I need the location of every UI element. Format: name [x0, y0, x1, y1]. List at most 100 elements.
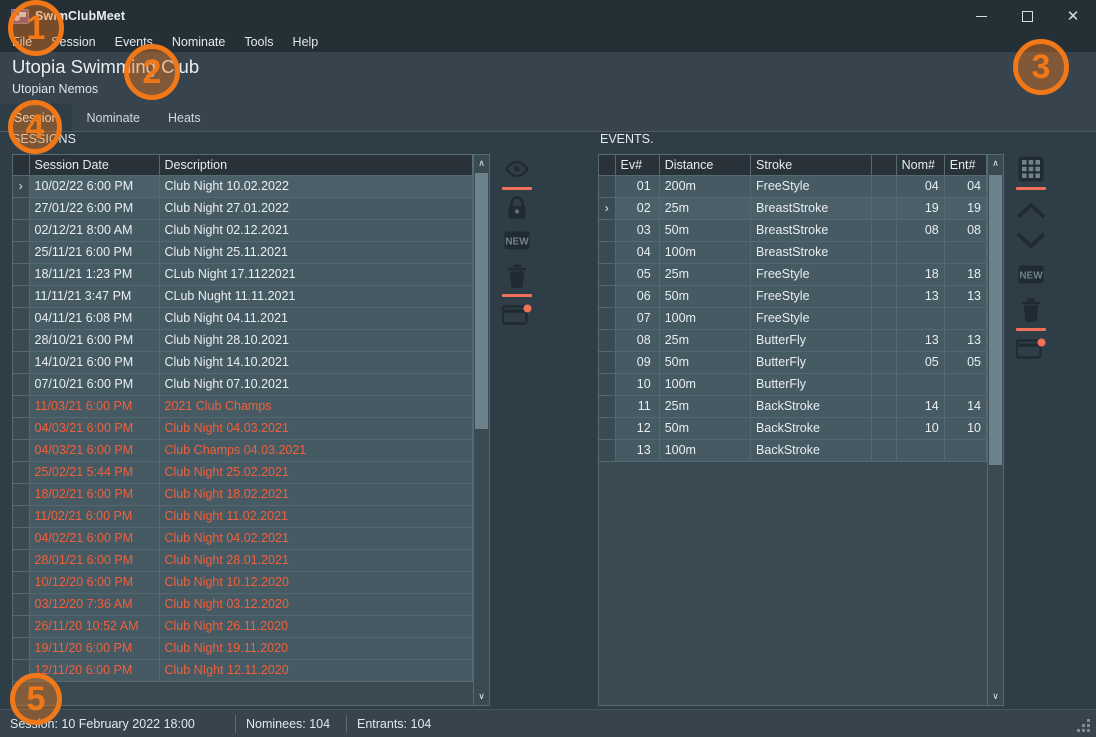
- sessions-col-session-date[interactable]: Session Date: [29, 155, 160, 176]
- table-row[interactable]: 11/02/21 6:00 PM Club Night 11.02.2021: [13, 505, 473, 528]
- table-row[interactable]: 25/11/21 6:00 PM Club Night 25.11.2021: [13, 241, 473, 264]
- chevron-down-icon[interactable]: [1016, 225, 1046, 255]
- table-row[interactable]: 04 100m BreastStroke: [599, 241, 987, 264]
- event-number-cell: 01: [615, 175, 660, 198]
- table-row[interactable]: 18/11/21 1:23 PM CLub Night 17.1122021: [13, 263, 473, 286]
- table-row[interactable]: 07/10/21 6:00 PM Club Night 07.10.2021: [13, 373, 473, 396]
- table-row[interactable]: 10 100m ButterFly: [599, 373, 987, 396]
- table-row[interactable]: 14/10/21 6:00 PM Club Night 14.10.2021: [13, 351, 473, 374]
- row-indicator: [13, 549, 30, 572]
- table-row[interactable]: 01 200m FreeStyle 04 04: [599, 175, 987, 198]
- sessions-vertical-scrollbar[interactable]: ∧ ∨: [473, 155, 489, 705]
- table-row[interactable]: › 02 25m BreastStroke 19 19: [599, 197, 987, 220]
- events-col-blank[interactable]: [871, 155, 897, 176]
- events-save-card-icon[interactable]: [1016, 336, 1046, 362]
- session-description-cell: Club Night 10.12.2020: [159, 571, 473, 594]
- table-row[interactable]: 26/11/20 10:52 AM Club Night 26.11.2020: [13, 615, 473, 638]
- table-row[interactable]: 03/12/20 7:36 AM Club Night 03.12.2020: [13, 593, 473, 616]
- sessions-scroll-down-icon[interactable]: ∨: [474, 688, 489, 705]
- table-row[interactable]: 10/12/20 6:00 PM Club Night 10.12.2020: [13, 571, 473, 594]
- menu-item-nominate[interactable]: Nominate: [172, 35, 226, 49]
- table-row[interactable]: 11/03/21 6:00 PM 2021 Club Champs: [13, 395, 473, 418]
- table-row[interactable]: 03 50m BreastStroke 08 08: [599, 219, 987, 242]
- session-description-cell: Club Night 02.12.2021: [159, 219, 473, 242]
- session-date-cell: 10/02/22 6:00 PM: [29, 175, 160, 198]
- row-indicator: [13, 329, 30, 352]
- event-nominations-cell: 05: [896, 351, 945, 374]
- status-entrants: Entrants: 104: [357, 716, 432, 731]
- event-blank-cell: [871, 395, 897, 418]
- save-card-icon[interactable]: [502, 302, 532, 328]
- session-description-cell: Club Night 19.11.2020: [159, 637, 473, 660]
- chevron-up-icon[interactable]: [1016, 195, 1046, 225]
- table-row[interactable]: 09 50m ButterFly 05 05: [599, 351, 987, 374]
- session-description-cell: Club Night 03.12.2020: [159, 593, 473, 616]
- session-date-cell: 18/11/21 1:23 PM: [29, 263, 160, 286]
- annotation-bubble-2: 2: [124, 44, 180, 100]
- event-stroke-cell: FreeStyle: [750, 285, 872, 308]
- grid-icon[interactable]: [1016, 156, 1046, 182]
- table-row[interactable]: › 10/02/22 6:00 PM Club Night 10.02.2022: [13, 175, 473, 198]
- events-scroll-up-icon[interactable]: ∧: [988, 155, 1003, 172]
- row-indicator: [13, 417, 30, 440]
- table-row[interactable]: 05 25m FreeStyle 18 18: [599, 263, 987, 286]
- table-row[interactable]: 11/11/21 3:47 PM CLub Nught 11.11.2021: [13, 285, 473, 308]
- session-date-cell: 11/03/21 6:00 PM: [29, 395, 160, 418]
- close-icon: ✕: [1066, 6, 1080, 25]
- table-row[interactable]: 28/10/21 6:00 PM Club Night 28.10.2021: [13, 329, 473, 352]
- table-row[interactable]: 04/03/21 6:00 PM Club Champs 04.03.2021: [13, 439, 473, 462]
- table-row[interactable]: 12/11/20 6:00 PM Club NIght 12.11.2020: [13, 659, 473, 682]
- table-row[interactable]: 19/11/20 6:00 PM Club Night 19.11.2020: [13, 637, 473, 660]
- minimize-icon: [975, 15, 987, 17]
- minimize-button[interactable]: [958, 0, 1004, 32]
- table-row[interactable]: 28/01/21 6:00 PM Club Night 28.01.2021: [13, 549, 473, 572]
- table-row[interactable]: 27/01/22 6:00 PM Club Night 27.01.2022: [13, 197, 473, 220]
- tab-nominate[interactable]: Nominate: [72, 104, 154, 131]
- menu-item-help[interactable]: Help: [293, 35, 319, 49]
- table-row[interactable]: 04/02/21 6:00 PM Club Night 04.02.2021: [13, 527, 473, 550]
- sessions-grid[interactable]: Session Date Description › 10/02/22 6:00 …: [12, 154, 490, 706]
- events-scroll-down-icon[interactable]: ∨: [988, 688, 1003, 705]
- event-distance-cell: 25m: [659, 329, 752, 352]
- table-row[interactable]: 02/12/21 8:00 AM Club Night 02.12.2021: [13, 219, 473, 242]
- table-row[interactable]: 08 25m ButterFly 13 13: [599, 329, 987, 352]
- tab-heats[interactable]: Heats: [154, 104, 215, 131]
- events-new-badge-icon[interactable]: NEW: [1016, 261, 1046, 287]
- table-row[interactable]: 04/03/21 6:00 PM Club Night 04.03.2021: [13, 417, 473, 440]
- sessions-col-description[interactable]: Description: [159, 155, 473, 176]
- lock-icon[interactable]: [502, 195, 532, 221]
- table-row[interactable]: 06 50m FreeStyle 13 13: [599, 285, 987, 308]
- sessions-scroll-thumb[interactable]: [475, 173, 488, 429]
- table-row[interactable]: 18/02/21 6:00 PM Club Night 18.02.2021: [13, 483, 473, 506]
- table-row[interactable]: 07 100m FreeStyle: [599, 307, 987, 330]
- close-button[interactable]: ✕: [1050, 0, 1096, 32]
- menu-item-tools[interactable]: Tools: [244, 35, 273, 49]
- events-indicator-header: [599, 155, 616, 176]
- events-scroll-thumb[interactable]: [989, 175, 1002, 465]
- events-trash-icon[interactable]: [1016, 297, 1046, 323]
- sessions-scroll-up-icon[interactable]: ∧: [474, 155, 489, 172]
- resize-grip-icon[interactable]: [1077, 719, 1091, 733]
- session-date-cell: 18/02/21 6:00 PM: [29, 483, 160, 506]
- table-row[interactable]: 25/02/21 5:44 PM Club Night 25.02.2021: [13, 461, 473, 484]
- events-col-ent[interactable]: Ent#: [944, 155, 987, 176]
- eye-icon[interactable]: [502, 156, 532, 182]
- events-col-stroke[interactable]: Stroke: [750, 155, 872, 176]
- events-col-nom[interactable]: Nom#: [896, 155, 945, 176]
- session-date-cell: 11/11/21 3:47 PM: [29, 285, 160, 308]
- event-blank-cell: [871, 175, 897, 198]
- table-row[interactable]: 04/11/21 6:08 PM Club Night 04.11.2021: [13, 307, 473, 330]
- events-grid[interactable]: Ev# Distance Stroke Nom# Ent# 01 200m Free…: [598, 154, 1004, 706]
- row-indicator: [599, 285, 616, 308]
- trash-icon[interactable]: [502, 263, 532, 289]
- events-vertical-scrollbar[interactable]: ∧ ∨: [987, 155, 1003, 705]
- maximize-icon: [1021, 10, 1033, 22]
- table-row[interactable]: 12 50m BackStroke 10 10: [599, 417, 987, 440]
- table-row[interactable]: 13 100m BackStroke: [599, 439, 987, 462]
- row-indicator: [599, 395, 616, 418]
- table-row[interactable]: 11 25m BackStroke 14 14: [599, 395, 987, 418]
- new-badge-icon[interactable]: NEW: [502, 227, 532, 253]
- events-col-distance[interactable]: Distance: [659, 155, 752, 176]
- maximize-button[interactable]: [1004, 0, 1050, 32]
- events-col-ev[interactable]: Ev#: [615, 155, 660, 176]
